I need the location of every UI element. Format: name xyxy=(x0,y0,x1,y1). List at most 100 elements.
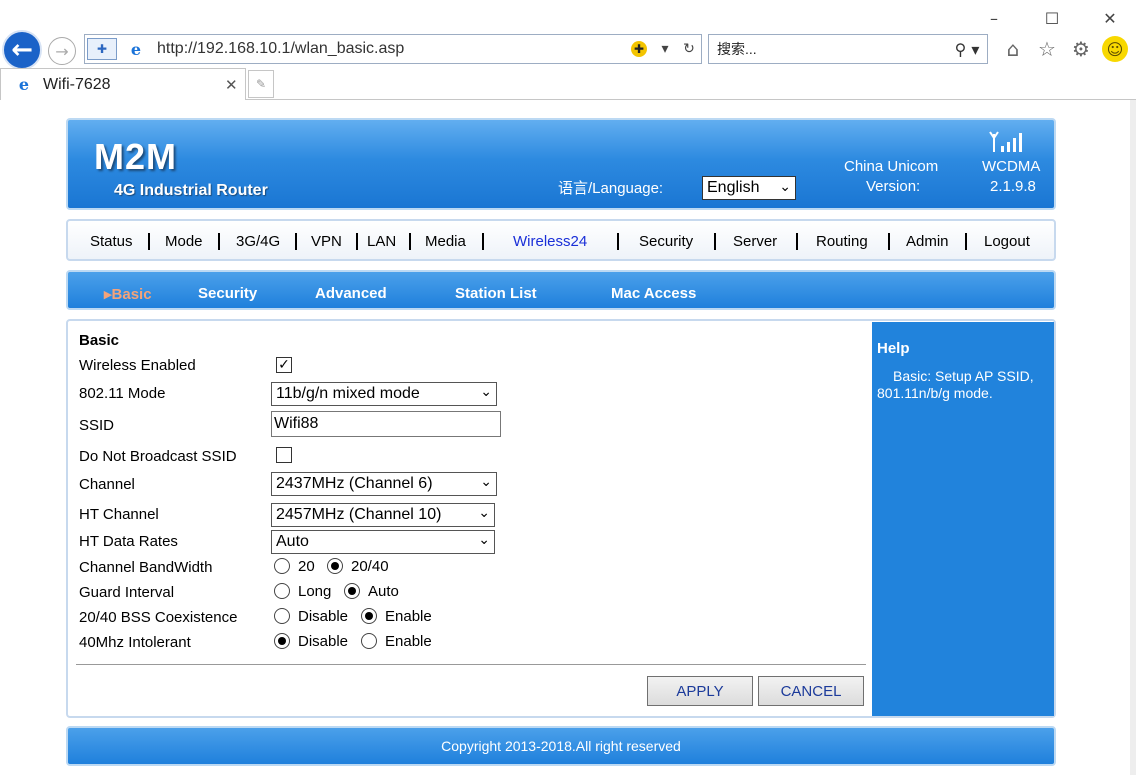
nav-item-lan[interactable]: LAN xyxy=(367,233,396,250)
coexist-option-enable: Enable xyxy=(385,608,432,625)
dropdown-arrow-icon[interactable]: ▾ xyxy=(653,37,677,61)
bandwidth-label: Channel BandWidth xyxy=(79,559,213,576)
ssid-input[interactable]: Wifi88 xyxy=(271,411,501,437)
channel-select[interactable]: 2437MHz (Channel 6) ⌄ xyxy=(271,472,497,496)
intolerant-radio-enable[interactable] xyxy=(361,633,377,649)
nav-separator xyxy=(888,233,890,250)
forward-button[interactable]: → xyxy=(48,37,76,65)
close-tab-icon[interactable]: ✕ xyxy=(225,76,245,94)
guard-radio-long[interactable] xyxy=(274,583,290,599)
nav-separator xyxy=(295,233,297,250)
chevron-down-icon: ⌄ xyxy=(478,505,490,521)
url-text[interactable]: http://192.168.10.1/wlan_basic.asp xyxy=(157,40,631,58)
apply-button[interactable]: APPLY xyxy=(647,676,753,706)
ht-rates-label: HT Data Rates xyxy=(79,533,178,550)
maximize-icon[interactable]: ☐ xyxy=(1040,6,1064,30)
nav-separator xyxy=(482,233,484,250)
guard-radio-auto[interactable] xyxy=(344,583,360,599)
close-icon[interactable]: ✕ xyxy=(1098,6,1122,30)
mode-select[interactable]: 11b/g/n mixed mode ⌄ xyxy=(271,382,497,406)
chevron-down-icon: ⌄ xyxy=(480,384,492,400)
wireless-enabled-checkbox[interactable]: ✓ xyxy=(276,357,292,373)
smiley-icon[interactable]: ☺ xyxy=(1102,36,1128,62)
minimize-icon[interactable]: – xyxy=(982,6,1006,30)
main-nav: Status Mode 3G/4G VPN LAN Media Wireless… xyxy=(66,219,1056,261)
wireless-enabled-label: Wireless Enabled xyxy=(79,357,196,374)
language-value: English xyxy=(707,179,760,196)
nav-item-mode[interactable]: Mode xyxy=(165,233,203,250)
star-icon[interactable]: ☆ xyxy=(1034,36,1060,62)
channel-label: Channel xyxy=(79,476,135,493)
nav-item-logout[interactable]: Logout xyxy=(984,233,1030,250)
search-box[interactable]: 搜索... ⚲ ▾ xyxy=(708,34,988,64)
nav-item-vpn[interactable]: VPN xyxy=(311,233,342,250)
subnav-item-basic[interactable]: ▸Basic xyxy=(104,285,152,303)
bandwidth-radio-20[interactable] xyxy=(274,558,290,574)
intolerant-label: 40Mhz Intolerant xyxy=(79,634,191,651)
coexist-option-disable: Disable xyxy=(298,608,349,625)
tab-bar: e Wifi-7628 ✕ ✎ xyxy=(0,68,1136,100)
triangle-right-icon: ▸ xyxy=(104,286,112,303)
nav-separator xyxy=(965,233,967,250)
router-header: M2M 4G Industrial Router 语言/Language: En… xyxy=(66,118,1056,210)
ssid-label: SSID xyxy=(79,417,115,434)
bandwidth-option-20: 20 xyxy=(298,558,315,575)
ie-tab-icon: e xyxy=(18,75,30,94)
language-select[interactable]: English ⌄ xyxy=(702,176,796,200)
channel-value: 2437MHz (Channel 6) xyxy=(276,475,433,492)
ht-channel-value: 2457MHz (Channel 10) xyxy=(276,506,442,523)
back-button[interactable]: ← xyxy=(2,30,42,70)
copyright-text: Copyright 2013-2018.All right reserved xyxy=(441,738,681,754)
nav-item-routing[interactable]: Routing xyxy=(816,233,868,250)
address-bar[interactable]: ✚ e http://192.168.10.1/wlan_basic.asp ✚… xyxy=(84,34,702,64)
coexist-label: 20/40 BSS Coexistence xyxy=(79,609,238,626)
subnav-item-security[interactable]: Security xyxy=(198,285,257,302)
ht-rates-value: Auto xyxy=(276,533,309,550)
brand-slogan: 4G Industrial Router xyxy=(114,182,268,199)
guard-label: Guard Interval xyxy=(79,584,175,601)
subnav-item-advanced[interactable]: Advanced xyxy=(315,285,387,302)
refresh-icon[interactable]: ↻ xyxy=(677,37,701,61)
language-label: 语言/Language: xyxy=(558,180,664,197)
ht-channel-select[interactable]: 2457MHz (Channel 10) ⌄ xyxy=(271,503,495,527)
tab-active[interactable]: e Wifi-7628 ✕ xyxy=(0,68,246,100)
nav-item-media[interactable]: Media xyxy=(425,233,466,250)
guard-option-auto: Auto xyxy=(368,583,399,600)
subnav-item-mac-access[interactable]: Mac Access xyxy=(611,285,696,302)
search-input[interactable]: 搜索... xyxy=(717,39,947,59)
nav-item-security[interactable]: Security xyxy=(639,233,693,250)
nav-separator xyxy=(714,233,716,250)
nav-item-wireless24[interactable]: Wireless24 xyxy=(513,233,587,250)
window-controls: – ☐ ✕ xyxy=(982,6,1122,30)
search-icon[interactable]: ⚲ ▾ xyxy=(947,40,987,59)
bandwidth-radio-20-40[interactable] xyxy=(327,558,343,574)
nav-item-status[interactable]: Status xyxy=(90,233,133,250)
bandwidth-option-20-40: 20/40 xyxy=(351,558,389,575)
nav-separator xyxy=(617,233,619,250)
nav-item-admin[interactable]: Admin xyxy=(906,233,949,250)
nav-item-server[interactable]: Server xyxy=(733,233,777,250)
intolerant-radio-disable[interactable] xyxy=(274,633,290,649)
coexist-radio-disable[interactable] xyxy=(274,608,290,624)
chevron-down-icon: ⌄ xyxy=(779,179,791,195)
hide-ssid-checkbox[interactable] xyxy=(276,447,292,463)
nav-separator xyxy=(409,233,411,250)
coexist-radio-enable[interactable] xyxy=(361,608,377,624)
tab-title: Wifi-7628 xyxy=(43,75,111,93)
cancel-button[interactable]: CANCEL xyxy=(758,676,864,706)
network-type: WCDMA xyxy=(982,158,1041,175)
new-tab-button[interactable]: ✎ xyxy=(248,70,274,98)
chevron-down-icon: ⌄ xyxy=(480,474,492,490)
ht-rates-select[interactable]: Auto ⌄ xyxy=(271,530,495,554)
compatibility-icon[interactable]: ✚ xyxy=(631,41,647,57)
ht-channel-label: HT Channel xyxy=(79,506,159,523)
intolerant-option-disable: Disable xyxy=(298,633,349,650)
gear-icon[interactable]: ⚙ xyxy=(1068,36,1094,62)
scrollbar[interactable] xyxy=(1130,100,1136,775)
nav-item-3g4g[interactable]: 3G/4G xyxy=(236,233,280,250)
home-icon[interactable]: ⌂ xyxy=(1000,36,1026,62)
subnav-item-station-list[interactable]: Station List xyxy=(455,285,537,302)
brand-logo: M2M xyxy=(94,136,177,177)
mode-value: 11b/g/n mixed mode xyxy=(276,385,420,402)
shield-icon[interactable]: ✚ xyxy=(87,38,117,60)
